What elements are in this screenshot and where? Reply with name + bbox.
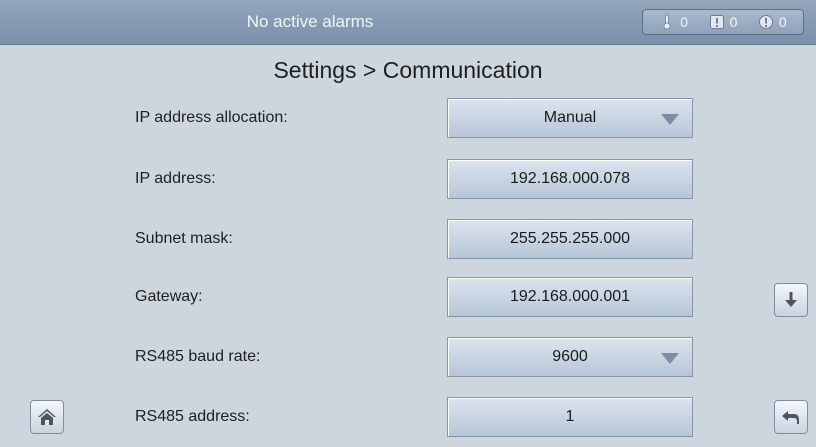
- major-alarm-count: 0: [729, 14, 738, 30]
- rs485-baud-rate-dropdown[interactable]: 9600: [447, 337, 693, 377]
- major-alarm-icon: [709, 15, 724, 29]
- status-bar: No active alarms 0 0 0: [0, 0, 816, 45]
- minor-alarm-count: 0: [680, 14, 689, 30]
- dropdown-arrow-icon: [661, 353, 679, 364]
- ip-address-value: 192.168.000.078: [509, 170, 631, 187]
- thermometer-alarm-icon: [663, 14, 671, 30]
- rs485-baud-rate-label: RS485 baud rate:: [135, 348, 261, 365]
- ip-allocation-value: Manual: [543, 109, 597, 126]
- home-button[interactable]: [30, 400, 64, 434]
- subnet-mask-input[interactable]: 255.255.255.000: [447, 219, 693, 259]
- critical-alarm-indicator[interactable]: 0: [758, 14, 787, 30]
- rs485-address-label: RS485 address:: [135, 408, 250, 425]
- dropdown-arrow-icon: [661, 114, 679, 125]
- alarm-status-text: No active alarms: [246, 12, 374, 31]
- ip-allocation-label: IP address allocation:: [135, 109, 288, 126]
- ip-address-label: IP address:: [135, 170, 216, 187]
- home-icon: [38, 409, 56, 425]
- gateway-input[interactable]: 192.168.000.001: [447, 277, 693, 317]
- rs485-baud-rate-value: 9600: [552, 348, 588, 365]
- back-arrow-icon: [782, 411, 799, 424]
- gateway-label: Gateway:: [135, 288, 203, 305]
- ip-address-input[interactable]: 192.168.000.078: [447, 159, 693, 199]
- major-alarm-indicator[interactable]: 0: [709, 14, 738, 30]
- subnet-mask-value: 255.255.255.000: [509, 230, 631, 247]
- minor-alarm-indicator[interactable]: 0: [659, 14, 688, 30]
- critical-alarm-count: 0: [778, 14, 787, 30]
- alarm-counter-panel[interactable]: 0 0 0: [642, 9, 804, 35]
- gateway-value: 192.168.000.001: [509, 288, 631, 305]
- ip-allocation-dropdown[interactable]: Manual: [447, 98, 693, 138]
- subnet-mask-label: Subnet mask:: [135, 230, 233, 247]
- scroll-down-button[interactable]: [774, 283, 808, 317]
- back-button[interactable]: [774, 400, 808, 434]
- rs485-address-value: 1: [565, 408, 575, 425]
- down-arrow-icon: [785, 292, 797, 307]
- page-title: Settings > Communication: [273, 57, 543, 83]
- rs485-address-input[interactable]: 1: [447, 397, 693, 437]
- critical-alarm-icon: [758, 15, 773, 29]
